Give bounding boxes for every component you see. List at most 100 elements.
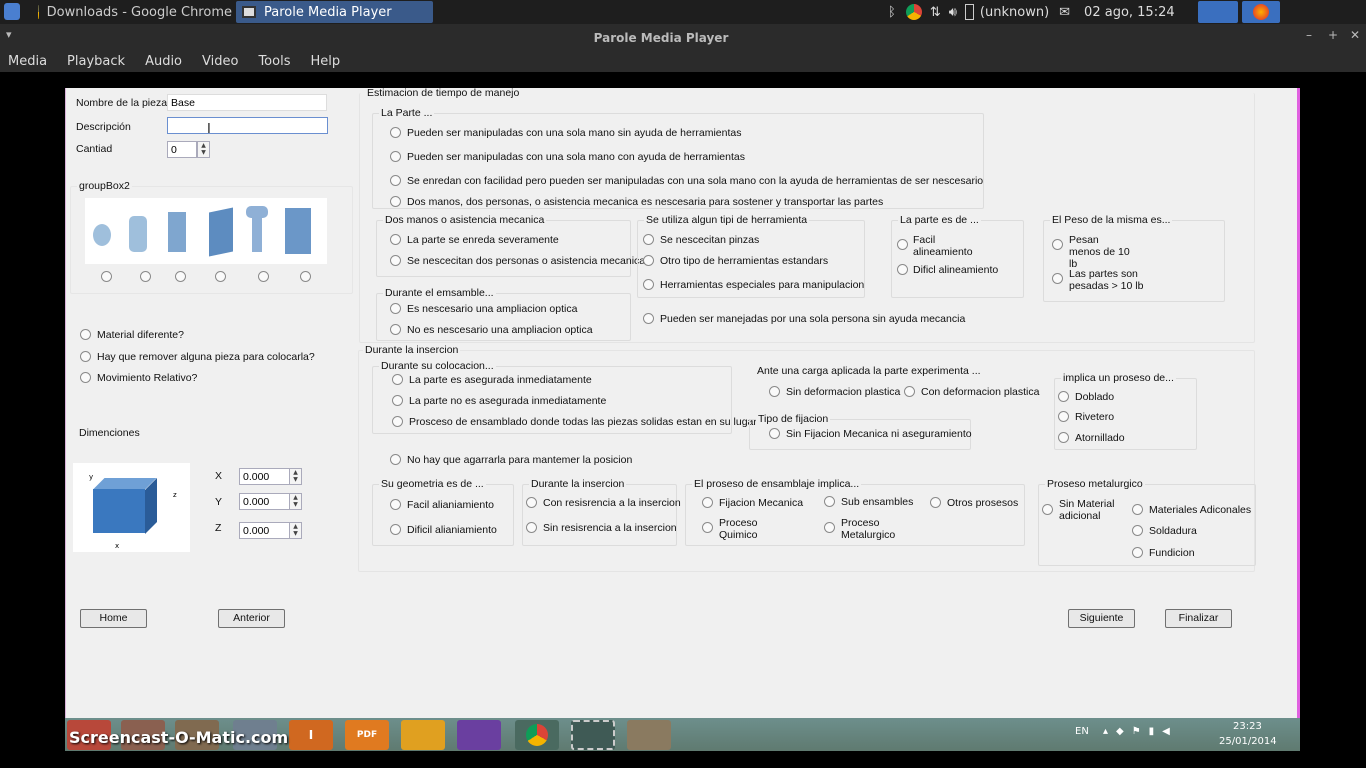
la-parte-radio-2[interactable] bbox=[390, 151, 401, 162]
ensamble-radio-1[interactable] bbox=[390, 303, 401, 314]
shape-radio-6[interactable] bbox=[300, 271, 311, 282]
shape-radio-4[interactable] bbox=[215, 271, 226, 282]
metalurgico-radio-3[interactable] bbox=[1132, 525, 1143, 536]
bluetooth-icon[interactable]: ᛒ bbox=[888, 5, 896, 20]
la-parte-radio-1[interactable] bbox=[390, 127, 401, 138]
herramienta-radio-3[interactable] bbox=[643, 279, 654, 290]
home-button[interactable]: Home bbox=[80, 609, 147, 628]
shape-radio-1[interactable] bbox=[101, 271, 112, 282]
menu-media[interactable]: Media bbox=[8, 54, 47, 69]
la-parte-es-radio-1[interactable] bbox=[897, 239, 908, 250]
peso-label-2: Las partes son pesadas > 10 lb bbox=[1069, 268, 1144, 292]
material-diferente-radio[interactable] bbox=[80, 329, 91, 340]
ensamblaje-radio-4[interactable] bbox=[702, 522, 713, 533]
task-parole[interactable]: Parole Media Player bbox=[236, 1, 433, 23]
dim-x-stepper[interactable]: ▲ ▼ bbox=[289, 468, 302, 485]
clock[interactable]: 02 ago, 15:24 bbox=[1084, 5, 1175, 20]
pdf-icon[interactable]: PDF bbox=[345, 720, 389, 750]
la-parte-es-radio-2[interactable] bbox=[897, 264, 908, 275]
descripcion-input[interactable] bbox=[167, 117, 328, 134]
xfce-menu-icon[interactable] bbox=[4, 3, 20, 20]
dos-manos-radio-2[interactable] bbox=[390, 255, 401, 266]
media-icon[interactable] bbox=[401, 720, 445, 750]
finalizar-button[interactable]: Finalizar bbox=[1165, 609, 1232, 628]
metalurgico-radio-4[interactable] bbox=[1132, 547, 1143, 558]
firefox-launcher-icon[interactable] bbox=[1242, 1, 1280, 23]
ensamblaje-radio-3[interactable] bbox=[930, 497, 941, 508]
colocacion-label-1: La parte es asegurada inmediatamente bbox=[409, 374, 592, 386]
ensamble-radio-2[interactable] bbox=[390, 324, 401, 335]
geometria-label-1: Facil alianiamiento bbox=[407, 499, 494, 511]
herramienta-radio-1[interactable] bbox=[643, 234, 654, 245]
mail-icon[interactable]: ✉ bbox=[1059, 5, 1070, 20]
peso-radio-2[interactable] bbox=[1052, 273, 1063, 284]
una-persona-radio[interactable] bbox=[643, 313, 654, 324]
language-indicator[interactable]: EN bbox=[1075, 726, 1089, 737]
ensamblaje-radio-1[interactable] bbox=[702, 497, 713, 508]
movimiento-relativo-radio[interactable] bbox=[80, 372, 91, 383]
carga-radio-1[interactable] bbox=[769, 386, 780, 397]
nombre-input[interactable]: Base bbox=[167, 94, 327, 111]
minimize-button[interactable]: – bbox=[1306, 28, 1312, 42]
dim-x-input[interactable]: 0.000 bbox=[239, 468, 290, 485]
chrome-taskbar-icon[interactable] bbox=[515, 720, 559, 750]
proseso-radio-2[interactable] bbox=[1058, 411, 1069, 422]
menu-playback[interactable]: Playback bbox=[67, 54, 125, 69]
metalurgico-radio-2[interactable] bbox=[1132, 504, 1143, 515]
herramienta-label-1: Se nescecitan pinzas bbox=[660, 234, 760, 246]
menu-tools[interactable]: Tools bbox=[258, 54, 290, 69]
task-chrome-downloads[interactable]: Downloads - Google Chrome bbox=[32, 1, 232, 23]
win-clock-time[interactable]: 23:23 bbox=[1233, 721, 1262, 732]
durante-insercion-group: Durante la insercion bbox=[522, 478, 677, 546]
durante-insercion-radio-1[interactable] bbox=[526, 497, 537, 508]
menu-video[interactable]: Video bbox=[202, 54, 238, 69]
snipping-icon[interactable] bbox=[571, 720, 615, 750]
shape-radio-5[interactable] bbox=[258, 271, 269, 282]
menu-help[interactable]: Help bbox=[310, 54, 340, 69]
durante-insercion-radio-2[interactable] bbox=[526, 522, 537, 533]
anterior-button[interactable]: Anterior bbox=[218, 609, 285, 628]
media-player-launcher-icon[interactable] bbox=[1198, 1, 1238, 23]
ensamblaje-radio-5[interactable] bbox=[824, 522, 835, 533]
dim-y-stepper[interactable]: ▲ ▼ bbox=[289, 493, 302, 510]
colocacion-radio-1[interactable] bbox=[392, 374, 403, 385]
battery-icon[interactable] bbox=[964, 4, 974, 20]
close-button[interactable]: ✕ bbox=[1350, 28, 1360, 42]
geometria-radio-2[interactable] bbox=[390, 524, 401, 535]
siguiente-button[interactable]: Siguiente bbox=[1068, 609, 1135, 628]
geometria-label-2: Dificil alianiamiento bbox=[407, 524, 497, 536]
proseso-radio-3[interactable] bbox=[1058, 432, 1069, 443]
app-i-icon[interactable]: I bbox=[289, 720, 333, 750]
maximize-button[interactable]: + bbox=[1328, 28, 1338, 42]
geometria-radio-1[interactable] bbox=[390, 499, 401, 510]
cantidad-input[interactable]: 0 bbox=[167, 141, 197, 158]
dim-z-stepper[interactable]: ▲ ▼ bbox=[289, 522, 302, 539]
win-clock-date[interactable]: 25/01/2014 bbox=[1219, 736, 1277, 747]
visual-studio-icon[interactable] bbox=[457, 720, 501, 750]
shape-radio-3[interactable] bbox=[175, 271, 186, 282]
la-parte-radio-3[interactable] bbox=[390, 175, 401, 186]
colocacion-radio-3[interactable] bbox=[392, 416, 403, 427]
tray-icons[interactable]: ▴◆⚑▮◀ bbox=[1103, 726, 1178, 737]
proseso-radio-1[interactable] bbox=[1058, 391, 1069, 402]
dim-z-input[interactable]: 0.000 bbox=[239, 522, 290, 539]
carga-radio-2[interactable] bbox=[904, 386, 915, 397]
ensamblaje-radio-2[interactable] bbox=[824, 496, 835, 507]
dos-manos-radio-1[interactable] bbox=[390, 234, 401, 245]
no-agarrar-radio[interactable] bbox=[390, 454, 401, 465]
la-parte-radio-4[interactable] bbox=[390, 196, 401, 207]
app-icon[interactable] bbox=[627, 720, 671, 750]
dim-y-input[interactable]: 0.000 bbox=[239, 493, 290, 510]
shape-radio-2[interactable] bbox=[140, 271, 151, 282]
cantidad-stepper[interactable]: ▲ ▼ bbox=[197, 141, 210, 158]
herramienta-radio-2[interactable] bbox=[643, 255, 654, 266]
peso-radio-1[interactable] bbox=[1052, 239, 1063, 250]
metalurgico-radio-1[interactable] bbox=[1042, 504, 1053, 515]
network-icon[interactable]: ⇅ bbox=[930, 5, 941, 20]
fijacion-radio-1[interactable] bbox=[769, 428, 780, 439]
colocacion-radio-2[interactable] bbox=[392, 395, 403, 406]
volume-icon[interactable]: 🔊︎ bbox=[949, 5, 957, 20]
menu-audio[interactable]: Audio bbox=[145, 54, 182, 69]
chrome-tray-icon[interactable] bbox=[905, 4, 922, 20]
remover-pieza-radio[interactable] bbox=[80, 351, 91, 362]
